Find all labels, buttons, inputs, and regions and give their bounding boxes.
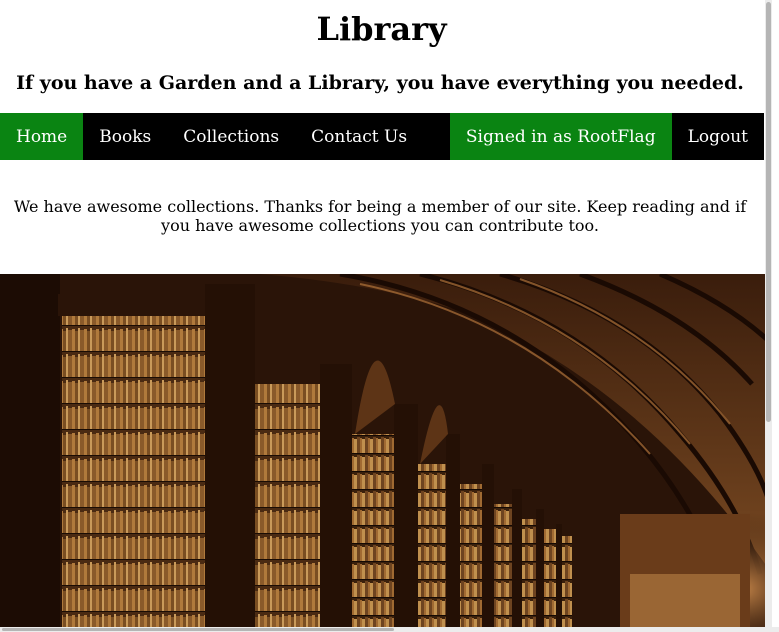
- horizontal-scrollbar-thumb[interactable]: [2, 628, 394, 631]
- vertical-scrollbar-thumb[interactable]: [766, 2, 771, 422]
- site-title: Library: [316, 10, 447, 48]
- library-hero-image: [0, 274, 772, 627]
- intro-text: We have awesome collections. Thanks for …: [13, 197, 747, 235]
- logout-link[interactable]: Logout: [672, 113, 764, 160]
- nav-contact-link[interactable]: Contact Us: [295, 113, 423, 160]
- signed-in-user-link[interactable]: Signed in as RootFlag: [449, 113, 672, 160]
- page: Library If you have a Garden and a Libra…: [0, 0, 772, 627]
- nav-collections-link[interactable]: Collections: [167, 113, 295, 160]
- vertical-scrollbar[interactable]: [765, 0, 772, 627]
- horizontal-scrollbar[interactable]: [0, 627, 779, 632]
- nav-books-link[interactable]: Books: [83, 113, 167, 160]
- nav-account-group: Signed in as RootFlag Logout: [449, 113, 764, 160]
- top-navigation: Home Books Collections Contact Us Signed…: [0, 113, 764, 160]
- library-hall-illustration: [0, 274, 772, 627]
- nav-home-link[interactable]: Home: [0, 113, 84, 160]
- site-tagline: If you have a Garden and a Library, you …: [16, 72, 744, 94]
